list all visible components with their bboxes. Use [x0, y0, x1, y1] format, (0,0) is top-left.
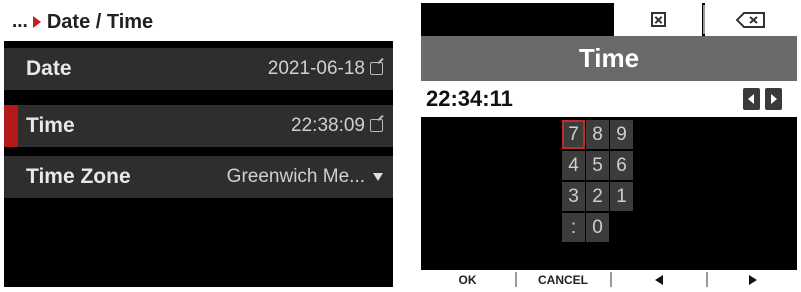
- keypad-key-5[interactable]: 5: [586, 151, 609, 180]
- menu-item-time[interactable]: Time 22:38:09: [4, 105, 393, 147]
- menu-item-label: Time: [26, 114, 75, 137]
- right-arrow-icon: [748, 274, 757, 285]
- backspace-button[interactable]: [705, 3, 797, 36]
- clear-icon: [650, 12, 666, 27]
- ok-button[interactable]: OK: [421, 270, 514, 289]
- date-value: 2021-06-18: [267, 58, 365, 79]
- left-arrow-button[interactable]: [612, 270, 705, 289]
- time-entry-screen: Time 22:34:11 7 8 9 4 5 6 3 2 1 : 0 OK C…: [421, 3, 797, 289]
- time-value: 22:38:09: [291, 115, 365, 136]
- breadcrumb-prefix[interactable]: ...: [12, 11, 28, 33]
- date-time-menu-screen: ... Date / Time Date 2021-06-18 Time 22:…: [4, 3, 393, 287]
- breadcrumb: ... Date / Time: [4, 3, 393, 41]
- cursor-right-icon[interactable]: [765, 88, 782, 110]
- clear-button[interactable]: [614, 3, 702, 36]
- time-input-field[interactable]: 22:34:11: [421, 81, 797, 117]
- cancel-button[interactable]: CANCEL: [517, 270, 609, 289]
- dialog-title: Time: [578, 43, 640, 73]
- edit-icon[interactable]: [370, 62, 383, 75]
- right-arrow-button[interactable]: [708, 270, 797, 289]
- dialog-title-bar: Time: [421, 36, 797, 81]
- menu-item-label: Time Zone: [26, 165, 131, 188]
- left-arrow-icon: [654, 274, 663, 285]
- keypad-key-3[interactable]: 3: [562, 182, 585, 211]
- time-zone-value: Greenwich Me...: [226, 166, 365, 187]
- page-title: Date / Time: [46, 10, 154, 33]
- top-toolbar: [421, 3, 797, 36]
- menu-item-label: Date: [26, 57, 72, 80]
- keypad-key-8[interactable]: 8: [586, 120, 609, 149]
- keypad-key-0[interactable]: 0: [586, 213, 609, 242]
- keypad-key-7[interactable]: 7: [562, 120, 585, 149]
- breadcrumb-arrow-icon: [32, 16, 41, 28]
- selection-indicator: [4, 105, 18, 147]
- time-input-value: 22:34:11: [426, 86, 513, 111]
- keypad-key-9[interactable]: 9: [610, 120, 633, 149]
- menu-item-time-zone[interactable]: Time Zone Greenwich Me...: [4, 156, 393, 198]
- cursor-left-icon[interactable]: [743, 88, 760, 110]
- edit-icon[interactable]: [370, 119, 383, 132]
- keypad-key-2[interactable]: 2: [586, 182, 609, 211]
- menu-item-date[interactable]: Date 2021-06-18: [4, 48, 393, 90]
- keypad-key-6[interactable]: 6: [610, 151, 633, 180]
- keypad-key-4[interactable]: 4: [562, 151, 585, 180]
- keypad-key-1[interactable]: 1: [610, 182, 633, 211]
- keypad-key-colon[interactable]: :: [562, 213, 585, 242]
- backspace-icon: [736, 11, 766, 28]
- dropdown-caret-icon[interactable]: [373, 173, 383, 181]
- bottom-toolbar: OK CANCEL: [421, 270, 797, 289]
